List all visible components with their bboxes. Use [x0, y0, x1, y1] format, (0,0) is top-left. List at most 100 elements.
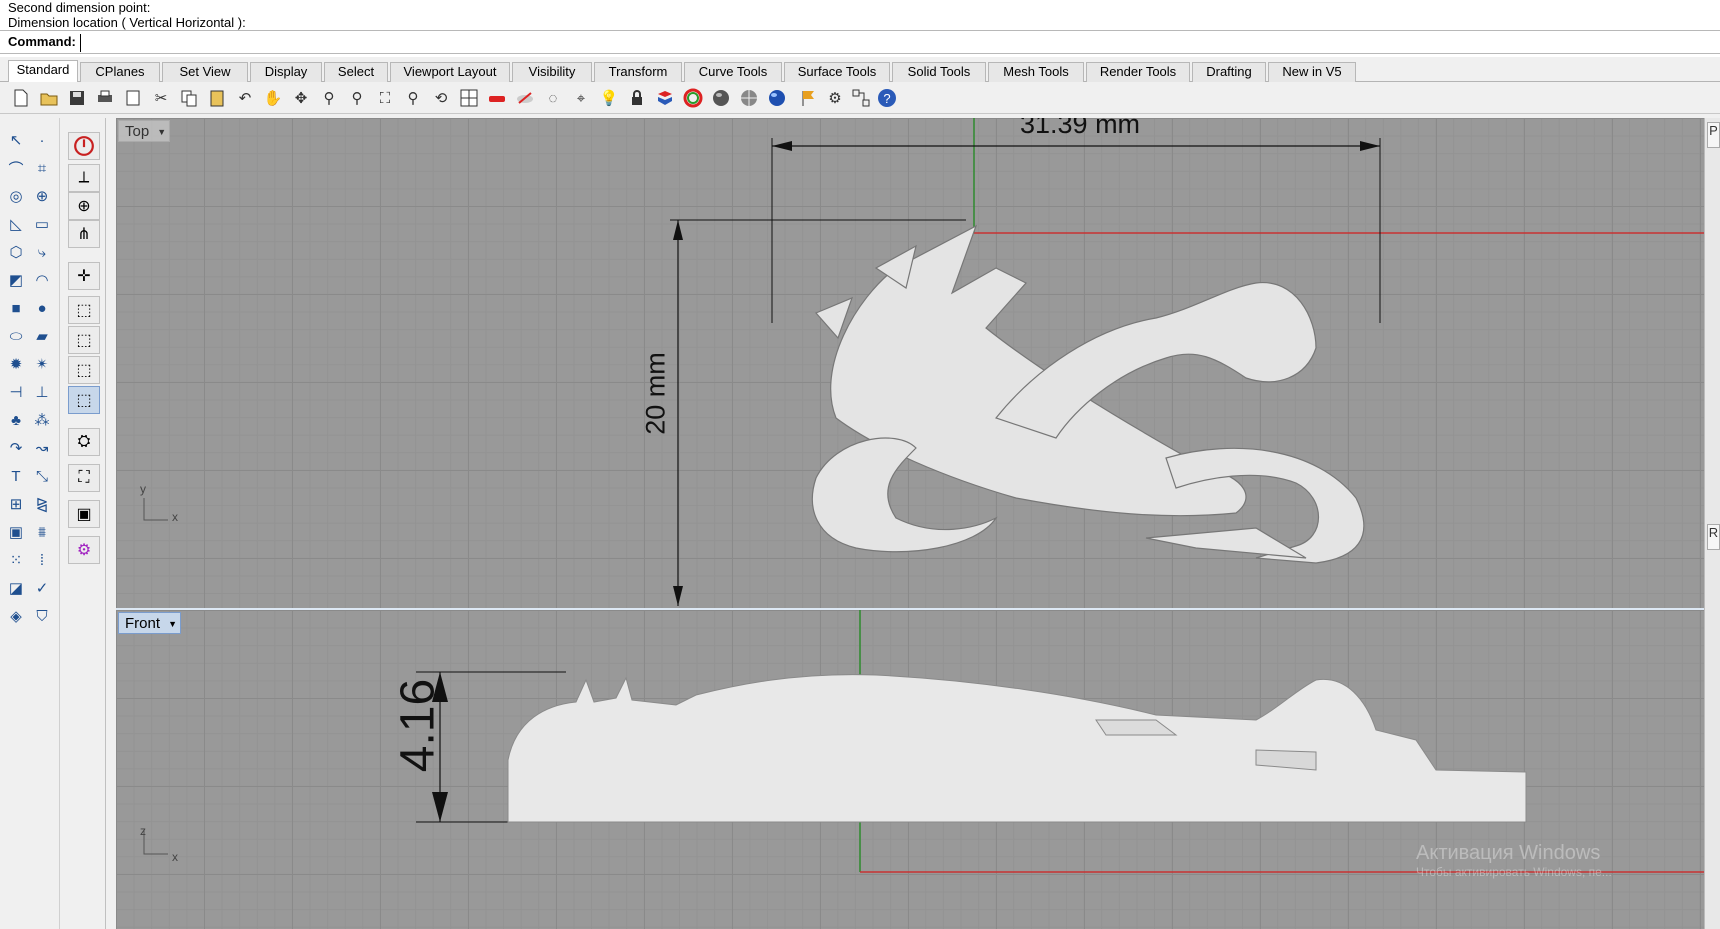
mirror-icon[interactable]: ⧎ — [30, 492, 54, 516]
network-icon[interactable] — [850, 87, 872, 109]
sphere-render-icon[interactable] — [766, 87, 788, 109]
gumball-icon[interactable]: ⁞ — [30, 548, 54, 572]
snapshot-icon[interactable]: ▣ — [68, 500, 100, 528]
cplane-sphere-icon[interactable]: ⊕ — [68, 192, 100, 220]
view-top-cube-icon[interactable]: ⬚ — [68, 296, 100, 324]
view-front-cube-icon[interactable]: ⬚ — [68, 326, 100, 354]
select-arrow-icon[interactable]: ↖ — [4, 128, 28, 152]
curve-points-icon[interactable]: ⌗ — [30, 156, 54, 180]
tab-solid-tools[interactable]: Solid Tools — [892, 62, 986, 82]
point-icon[interactable]: · — [30, 128, 54, 152]
paste-icon[interactable] — [206, 87, 228, 109]
save-icon[interactable] — [66, 87, 88, 109]
cut-icon[interactable]: ✂ — [150, 87, 172, 109]
explode-icon[interactable]: ✴ — [30, 352, 54, 376]
rectangle-icon[interactable]: ▭ — [30, 212, 54, 236]
plugin-gear-icon[interactable]: ⚙ — [68, 536, 100, 564]
front-viewport[interactable]: Front ▼ 4.16 z x Активация Windows Чтобы… — [116, 608, 1704, 929]
flag-icon[interactable] — [798, 87, 820, 109]
sphere-ghost-icon[interactable] — [738, 87, 760, 109]
group-icon[interactable]: ⁂ — [30, 408, 54, 432]
command-input[interactable] — [79, 33, 1580, 52]
tab-set-view[interactable]: Set View — [162, 62, 248, 82]
zoom-extents-icon[interactable]: ⛶ — [374, 87, 396, 109]
color-wheel-icon[interactable] — [682, 87, 704, 109]
panel-tab-r[interactable]: R — [1707, 524, 1720, 550]
plane-surface-icon[interactable]: ▰ — [30, 324, 54, 348]
panel-tab-p[interactable]: P — [1707, 122, 1720, 148]
tab-render-tools[interactable]: Render Tools — [1086, 62, 1190, 82]
grid-icon[interactable]: ⩩ — [30, 520, 54, 544]
tab-visibility[interactable]: Visibility — [512, 62, 592, 82]
lock-icon[interactable] — [626, 87, 648, 109]
top-viewport[interactable]: Top ▼ 31.39 mm 20 mm y x — [116, 118, 1704, 608]
mesh-icon[interactable]: ✹ — [4, 352, 28, 376]
tab-curve-tools[interactable]: Curve Tools — [684, 62, 782, 82]
blend-icon[interactable]: ↝ — [30, 436, 54, 460]
zoom-window-icon[interactable]: ⚲ — [346, 87, 368, 109]
grid-snap-icon[interactable]: ⌖ — [570, 87, 592, 109]
surface-corners-icon[interactable]: ◩ — [4, 268, 28, 292]
split-icon[interactable]: ⊥ — [30, 380, 54, 404]
ellipse-icon[interactable]: ⊕ — [30, 184, 54, 208]
array-icon[interactable]: ⊞ — [4, 492, 28, 516]
tab-standard[interactable]: Standard — [8, 60, 78, 83]
text-icon[interactable]: T — [4, 464, 28, 488]
trim-icon[interactable]: ⊣ — [4, 380, 28, 404]
cplane-origin-icon[interactable]: ⟂ — [68, 164, 100, 192]
import-icon[interactable] — [122, 87, 144, 109]
project-icon[interactable]: ◪ — [4, 576, 28, 600]
layer-color-icon[interactable] — [654, 87, 676, 109]
tab-cplanes[interactable]: CPlanes — [80, 62, 160, 82]
array-grid-icon[interactable]: ⁙ — [4, 548, 28, 572]
polygon-icon[interactable]: ⬡ — [4, 240, 28, 264]
block-icon[interactable]: ▣ — [4, 520, 28, 544]
view-perspective-cube-icon[interactable]: ⬚ — [68, 386, 100, 414]
copy-icon[interactable] — [178, 87, 200, 109]
tab-transform[interactable]: Transform — [594, 62, 682, 82]
boolean-union-icon[interactable]: ♣ — [4, 408, 28, 432]
tab-viewport-layout[interactable]: Viewport Layout — [390, 62, 510, 82]
cplane-axes-icon[interactable]: ✛ — [68, 262, 100, 290]
check-icon[interactable]: ✓ — [30, 576, 54, 600]
power-icon[interactable] — [68, 132, 100, 160]
paint-bucket-icon[interactable]: ⛉ — [30, 604, 54, 628]
zoom-selected-icon[interactable]: ⚲ — [402, 87, 424, 109]
solid-sphere-icon[interactable]: ● — [30, 296, 54, 320]
help-icon[interactable]: ? — [876, 87, 898, 109]
named-cplanes-icon[interactable]: ⛶ — [68, 464, 100, 492]
car-icon[interactable] — [486, 87, 508, 109]
zoom-dynamic-icon[interactable]: ⚲ — [318, 87, 340, 109]
light-bulb-icon[interactable]: 💡 — [598, 87, 620, 109]
circle-icon[interactable]: ◎ — [4, 184, 28, 208]
tab-drafting[interactable]: Drafting — [1192, 62, 1266, 82]
polyline-icon[interactable]: ⌒ — [4, 156, 28, 180]
fillet-curves-icon[interactable]: ⤷ — [30, 240, 54, 264]
tab-new-in-v5[interactable]: New in V5 — [1268, 62, 1356, 82]
dimension-icon[interactable]: ⤡ — [30, 464, 54, 488]
rotate-view-icon[interactable]: ⟲ — [430, 87, 452, 109]
hide-icon[interactable] — [514, 87, 536, 109]
arc-icon[interactable]: ◺ — [4, 212, 28, 236]
named-views-icon[interactable]: ⛭ — [68, 428, 100, 456]
sphere-shade-icon[interactable] — [710, 87, 732, 109]
analyze-icon[interactable]: ◈ — [4, 604, 28, 628]
tab-surface-tools[interactable]: Surface Tools — [784, 62, 890, 82]
tab-display[interactable]: Display — [250, 62, 322, 82]
move-view-icon[interactable]: ✥ — [290, 87, 312, 109]
cylinder-icon[interactable]: ⬭ — [4, 324, 28, 348]
surface-extrude-icon[interactable]: ◠ — [30, 268, 54, 292]
show-icon[interactable]: ◌ — [542, 87, 564, 109]
new-file-icon[interactable] — [10, 87, 32, 109]
fillet-icon[interactable]: ↷ — [4, 436, 28, 460]
cplane-3pt-icon[interactable]: ⋔ — [68, 220, 100, 248]
tab-mesh-tools[interactable]: Mesh Tools — [988, 62, 1084, 82]
undo-icon[interactable]: ↶ — [234, 87, 256, 109]
box-icon[interactable]: ■ — [4, 296, 28, 320]
view-right-cube-icon[interactable]: ⬚ — [68, 356, 100, 384]
four-viewports-icon[interactable] — [458, 87, 480, 109]
tab-select[interactable]: Select — [324, 62, 388, 82]
open-file-icon[interactable] — [38, 87, 60, 109]
gear-icon[interactable]: ⚙ — [824, 87, 846, 109]
print-icon[interactable] — [94, 87, 116, 109]
